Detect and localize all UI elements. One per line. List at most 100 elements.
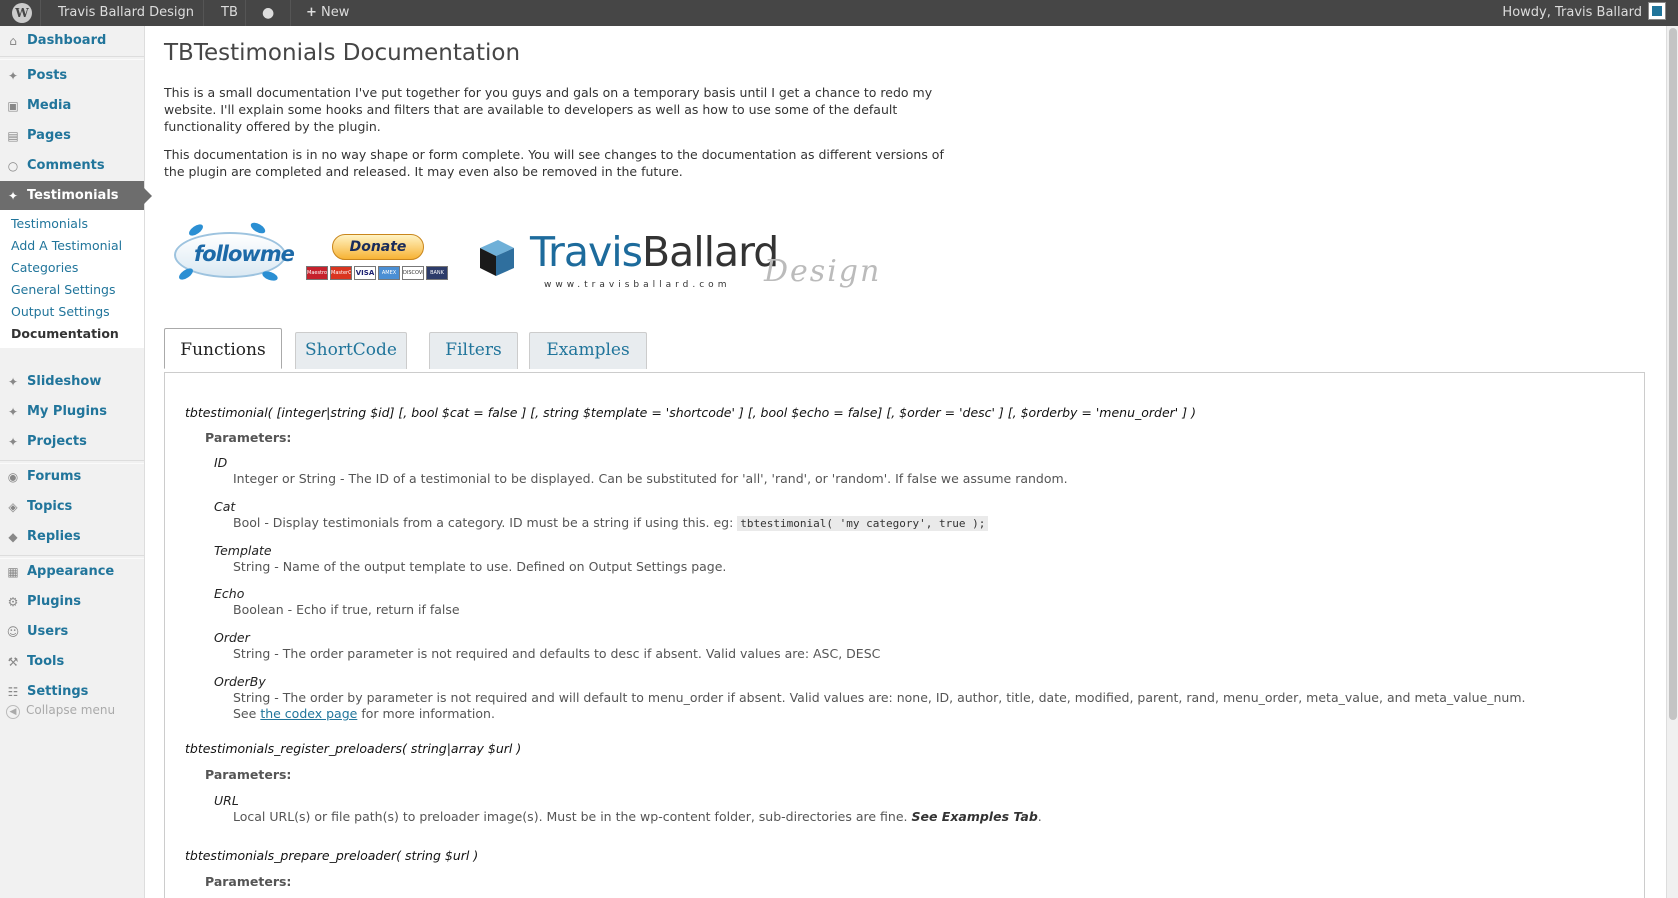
- menu-label: Tools: [27, 654, 65, 669]
- logo-name-first: Travis: [530, 228, 643, 276]
- collapse-menu-button[interactable]: ◀ Collapse menu: [6, 700, 115, 720]
- menu-label: Pages: [27, 128, 71, 143]
- see-pre: See: [233, 706, 257, 721]
- menu-topics[interactable]: ◈ Topics: [0, 492, 144, 522]
- card-logo: VISA: [354, 266, 376, 280]
- menu-label: Projects: [27, 434, 87, 449]
- menu-label: Media: [27, 98, 72, 113]
- page-title: TBTestimonials Documentation: [164, 40, 521, 66]
- new-label: New: [321, 5, 350, 20]
- home-icon: ⌂: [9, 34, 17, 48]
- pin-icon: ✦: [7, 435, 19, 449]
- tab-filters[interactable]: Filters: [429, 332, 518, 369]
- logo-name: TravisBallard: [530, 228, 779, 276]
- param-name: Echo: [214, 586, 245, 601]
- scrollbar-thumb[interactable]: [1669, 28, 1677, 720]
- followme-text: followme: [194, 242, 295, 266]
- card-logo: AMEX: [378, 266, 400, 280]
- submenu-general-settings[interactable]: General Settings: [0, 279, 144, 301]
- menu-users[interactable]: ☺ Users: [0, 617, 144, 647]
- tools-icon: ⚒: [7, 655, 19, 669]
- menu-separator: [0, 56, 144, 60]
- menu-tools[interactable]: ⚒ Tools: [0, 647, 144, 677]
- param-desc: Integer or String - The ID of a testimon…: [233, 471, 1068, 486]
- menu-label: Replies: [27, 529, 81, 544]
- menu-pages[interactable]: ▤ Pages: [0, 121, 144, 151]
- param-desc-tail: .: [1037, 809, 1042, 824]
- tb-menu-link[interactable]: TB: [211, 0, 248, 26]
- menu-projects[interactable]: ✦ Projects: [0, 427, 144, 457]
- param-name: ID: [214, 455, 228, 470]
- param-desc: String - The order parameter is not requ…: [233, 646, 881, 661]
- bird-icon: [177, 266, 195, 282]
- main-content: TBTestimonials Documentation This is a s…: [164, 26, 1645, 898]
- logo-name-last: Ballard: [642, 228, 779, 276]
- menu-label: My Plugins: [27, 404, 107, 419]
- submenu-testimonials[interactable]: Testimonials: [0, 213, 144, 235]
- separator: [290, 0, 291, 26]
- functions-panel: tbtestimonial( [integer|string $id] [, b…: [164, 372, 1645, 898]
- separator: [245, 0, 246, 26]
- testimonials-submenu: Testimonials Add A Testimonial Categorie…: [0, 210, 144, 348]
- submenu-categories[interactable]: Categories: [0, 257, 144, 279]
- param-desc-text: Bool - Display testimonials from a categ…: [233, 515, 734, 530]
- param-desc: Bool - Display testimonials from a categ…: [233, 515, 989, 532]
- menu-forums[interactable]: ◉ Forums: [0, 462, 144, 492]
- donate-badge[interactable]: Donate MaestroMasterCardVISAAMEXDISCOVER…: [306, 234, 452, 294]
- submenu-output-settings[interactable]: Output Settings: [0, 301, 144, 323]
- separator: [40, 0, 41, 26]
- codex-page-link[interactable]: the codex page: [260, 706, 357, 721]
- menu-comments[interactable]: ○ Comments: [0, 151, 144, 181]
- menu-slideshow[interactable]: ✦ Slideshow: [0, 367, 144, 397]
- param-name: Order: [214, 630, 250, 645]
- intro-paragraph: This documentation is in no way shape or…: [164, 147, 944, 179]
- card-logo: BANK: [426, 266, 448, 280]
- pin-icon: ✦: [7, 69, 19, 83]
- pin-icon: ✦: [7, 189, 19, 203]
- param-desc: Boolean - Echo if true, return if false: [233, 602, 460, 617]
- submenu-add-testimonial[interactable]: Add A Testimonial: [0, 235, 144, 257]
- tab-examples[interactable]: Examples: [529, 332, 647, 369]
- menu-label: Plugins: [27, 594, 81, 609]
- site-name-link[interactable]: Travis Ballard Design: [48, 0, 204, 26]
- donate-button[interactable]: Donate: [332, 234, 424, 260]
- menu-label: Users: [27, 624, 69, 639]
- menu-appearance[interactable]: ▦ Appearance: [0, 557, 144, 587]
- collapse-arrow-icon: ◀: [6, 705, 20, 719]
- code-example: tbtestimonial( 'my category', true );: [737, 516, 989, 531]
- new-content-link[interactable]: + New: [296, 0, 359, 26]
- param-desc: String - Name of the output template to …: [233, 559, 727, 574]
- page-scrollbar[interactable]: [1666, 26, 1678, 898]
- menu-my-plugins[interactable]: ✦ My Plugins: [0, 397, 144, 427]
- comments-icon[interactable]: ●: [252, 0, 284, 26]
- menu-dashboard[interactable]: ⌂ Dashboard: [0, 26, 144, 56]
- parameters-heading: Parameters:: [205, 874, 292, 889]
- tab-shortcode[interactable]: ShortCode: [295, 332, 407, 369]
- param-desc: Local URL(s) or file path(s) to preloade…: [233, 809, 1042, 825]
- my-account-link[interactable]: Howdy, Travis Ballard: [1492, 0, 1676, 26]
- menu-testimonials[interactable]: ✦ Testimonials: [0, 181, 152, 211]
- menu-posts[interactable]: ✦ Posts: [0, 61, 144, 91]
- param-desc-text: Local URL(s) or file path(s) to preloade…: [233, 809, 908, 824]
- topics-icon: ◈: [8, 500, 18, 514]
- travisballard-logo[interactable]: TravisBallard www.travisballard.com Desi…: [472, 226, 879, 316]
- param-name: Template: [214, 543, 272, 558]
- followme-badge[interactable]: followme: [166, 220, 295, 286]
- wordpress-logo-icon[interactable]: W: [2, 0, 42, 26]
- menu-replies[interactable]: ◆ Replies: [0, 522, 144, 552]
- menu-label: Testimonials: [27, 188, 119, 203]
- logo-design: Design: [764, 254, 882, 289]
- pages-icon: ▤: [7, 129, 19, 143]
- replies-icon: ◆: [8, 530, 18, 544]
- pin-icon: ✦: [7, 375, 19, 389]
- submenu-documentation[interactable]: Documentation: [0, 323, 144, 345]
- media-icon: ▣: [7, 99, 19, 113]
- tab-functions[interactable]: Functions: [164, 328, 282, 369]
- users-icon: ☺: [6, 625, 20, 639]
- menu-label: Settings: [27, 684, 89, 699]
- menu-label: Comments: [27, 158, 105, 173]
- parameters-heading: Parameters:: [205, 767, 292, 782]
- separator: [203, 0, 204, 26]
- menu-plugins[interactable]: ⚙ Plugins: [0, 587, 144, 617]
- menu-media[interactable]: ▣ Media: [0, 91, 144, 121]
